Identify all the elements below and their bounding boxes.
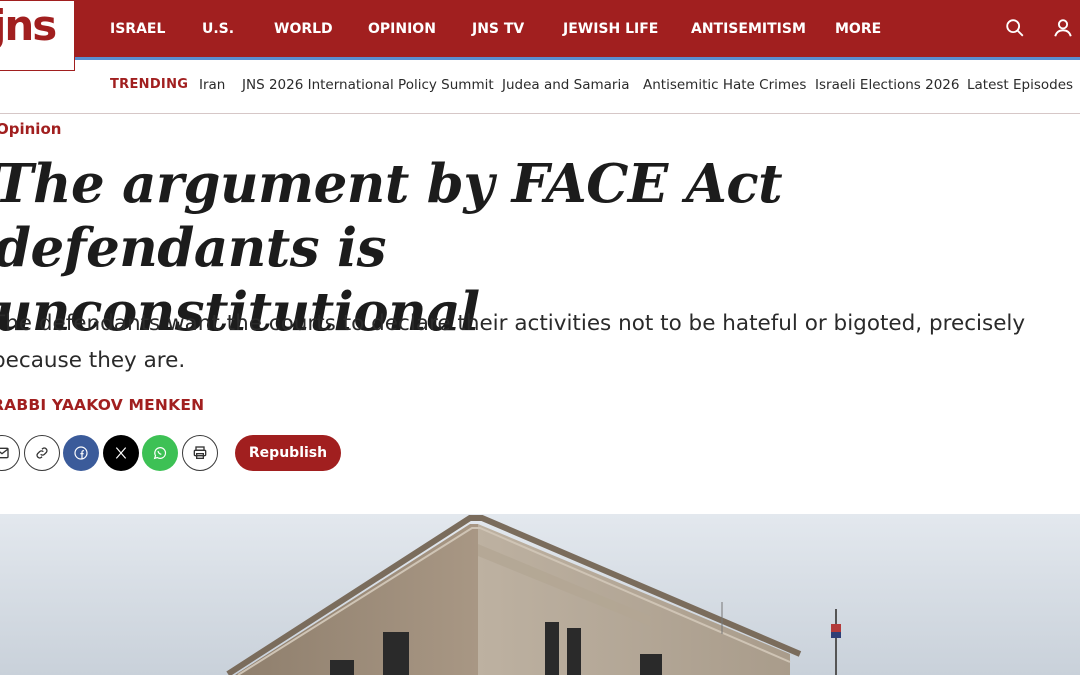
print-icon[interactable]: [182, 435, 218, 471]
facebook-icon[interactable]: [63, 435, 99, 471]
trending-link-latest-episodes[interactable]: Latest Episodes: [967, 77, 1073, 93]
trending-link-hate-crimes[interactable]: Antisemitic Hate Crimes: [643, 77, 806, 93]
subhead-line-1: The defendants want the courts to declar…: [0, 311, 1026, 336]
nav-item-antisemitism[interactable]: ANTISEMITISM: [691, 21, 806, 37]
nav-accent-stripe: [0, 57, 1080, 60]
article-byline[interactable]: RABBI YAAKOV MENKEN: [0, 396, 204, 414]
site-logo[interactable]: jns: [0, 0, 75, 71]
share-bar: Republish: [0, 435, 400, 471]
trending-divider: [0, 113, 1080, 114]
headline-line-1: The argument by FACE Act defendants is: [0, 153, 783, 279]
article-subhead: The defendants want the courts to declar…: [0, 305, 1052, 379]
trending-link-iran[interactable]: Iran: [199, 77, 225, 93]
subhead-line-2: because they are.: [0, 348, 186, 373]
hero-image: [0, 514, 1080, 675]
trending-link-policy-summit[interactable]: JNS 2026 International Policy Summit: [242, 77, 494, 93]
search-icon[interactable]: [1004, 17, 1026, 39]
trending-label: TRENDING: [110, 77, 189, 92]
top-nav-bar: ISRAEL U.S. WORLD OPINION JNS TV JEWISH …: [0, 0, 1080, 57]
nav-item-world[interactable]: WORLD: [274, 21, 333, 37]
courthouse-illustration: [0, 514, 1080, 675]
republish-button[interactable]: Republish: [235, 435, 341, 471]
user-icon[interactable]: [1052, 17, 1074, 39]
email-icon[interactable]: [0, 435, 20, 471]
logo-text: jns: [0, 1, 57, 50]
trending-link-elections[interactable]: Israeli Elections 2026: [815, 77, 960, 93]
nav-item-opinion[interactable]: OPINION: [368, 21, 436, 37]
whatsapp-icon[interactable]: [142, 435, 178, 471]
nav-item-jns-tv[interactable]: JNS TV: [472, 21, 524, 37]
nav-item-us[interactable]: U.S.: [202, 21, 234, 37]
article-category[interactable]: Opinion: [0, 120, 61, 138]
x-icon[interactable]: [103, 435, 139, 471]
trending-bar: TRENDING Iran JNS 2026 International Pol…: [0, 72, 1080, 100]
nav-item-more[interactable]: MORE: [835, 21, 881, 37]
link-icon[interactable]: [24, 435, 60, 471]
trending-link-judea-samaria[interactable]: Judea and Samaria: [502, 77, 630, 93]
nav-item-israel[interactable]: ISRAEL: [110, 21, 165, 37]
nav-item-jewish-life[interactable]: JEWISH LIFE: [563, 21, 658, 37]
